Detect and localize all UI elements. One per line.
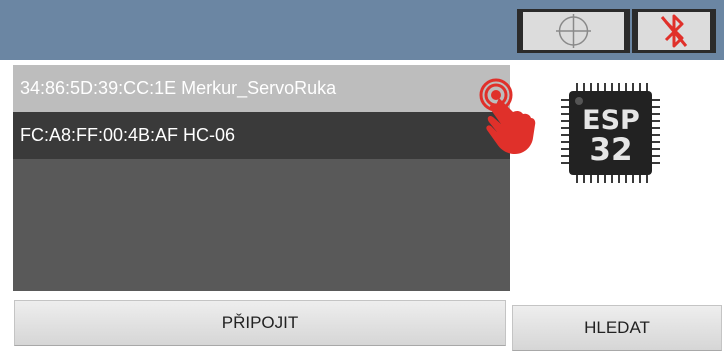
chip-label-32: 32 — [589, 132, 632, 168]
top-bar — [0, 0, 724, 60]
crosshair-icon — [556, 14, 591, 48]
connect-button[interactable]: PŘIPOJIT — [14, 300, 506, 346]
bluetooth-disabled-icon — [660, 14, 688, 48]
tap-hand-icon — [479, 78, 536, 154]
search-button[interactable]: HLEDAT — [512, 305, 722, 351]
device-row[interactable]: 34:86:5D:39:CC:1E Merkur_ServoRuka — [13, 65, 510, 112]
esp32-chip-icon: ESP 32 — [561, 83, 660, 183]
device-row[interactable]: FC:A8:FF:00:4B:AF HC-06 — [13, 112, 510, 159]
compass-button[interactable] — [517, 9, 630, 53]
bluetooth-toggle-button[interactable] — [632, 9, 716, 53]
paired-device-list: 34:86:5D:39:CC:1E Merkur_ServoRuka FC:A8… — [13, 65, 510, 291]
